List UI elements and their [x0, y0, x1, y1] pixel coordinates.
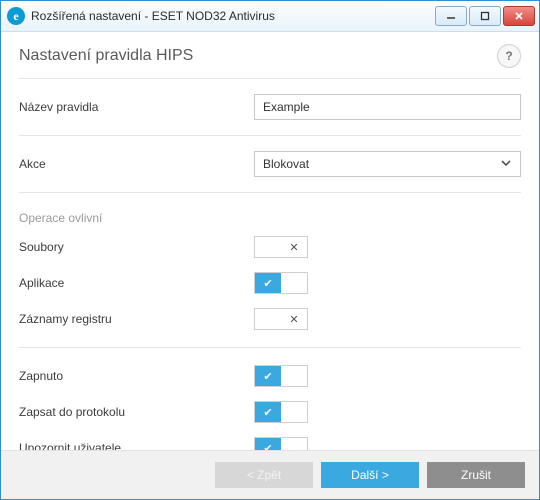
window-controls	[435, 6, 535, 26]
check-icon: ✔	[263, 406, 272, 419]
row-toggle-enabled: Zapnuto ✔ ✕	[19, 358, 521, 394]
row-toggle-apps: Aplikace ✔ ✕	[19, 265, 521, 301]
row-toggle-registry: Záznamy registru ✔ ✕	[19, 301, 521, 337]
toggle-files-label: Soubory	[19, 240, 254, 254]
check-icon: ✔	[263, 277, 272, 290]
divider	[19, 78, 521, 79]
minimize-button[interactable]	[435, 6, 467, 26]
titlebar: e Rozšířená nastavení - ESET NOD32 Antiv…	[1, 1, 539, 32]
back-button: < Zpět	[215, 462, 313, 488]
window: e Rozšířená nastavení - ESET NOD32 Antiv…	[0, 0, 540, 500]
divider	[19, 192, 521, 193]
help-button[interactable]: ?	[497, 44, 521, 68]
rule-name-input[interactable]	[254, 94, 521, 120]
app-icon: e	[7, 7, 25, 25]
window-title: Rozšířená nastavení - ESET NOD32 Antivir…	[31, 9, 435, 23]
action-label: Akce	[19, 157, 254, 171]
toggle-enabled-label: Zapnuto	[19, 369, 254, 383]
page-title: Nastavení pravidla HIPS	[19, 47, 193, 65]
row-toggle-files: Soubory ✔ ✕	[19, 229, 521, 265]
row-action: Akce Blokovat	[19, 146, 521, 182]
close-button[interactable]	[503, 6, 535, 26]
next-button[interactable]: Další >	[321, 462, 419, 488]
toggle-registry-label: Záznamy registru	[19, 312, 254, 326]
toggle-enabled[interactable]: ✔ ✕	[254, 365, 308, 387]
toggle-log-label: Zapsat do protokolu	[19, 405, 254, 419]
row-toggle-notify: Upozornit uživatele ✔ ✕	[19, 430, 521, 450]
content-area: Nastavení pravidla HIPS ? Název pravidla…	[1, 32, 539, 450]
toggle-apps-label: Aplikace	[19, 276, 254, 290]
maximize-button[interactable]	[469, 6, 501, 26]
check-icon: ✔	[263, 442, 272, 451]
divider	[19, 135, 521, 136]
divider	[19, 347, 521, 348]
section-operations-label: Operace ovlivní	[19, 203, 521, 229]
action-select-value: Blokovat	[263, 157, 309, 171]
page-header: Nastavení pravidla HIPS ?	[19, 44, 521, 68]
toggle-files[interactable]: ✔ ✕	[254, 236, 308, 258]
row-rule-name: Název pravidla	[19, 89, 521, 125]
toggle-notify-label: Upozornit uživatele	[19, 441, 254, 450]
toggle-log[interactable]: ✔ ✕	[254, 401, 308, 423]
rule-name-label: Název pravidla	[19, 100, 254, 114]
footer: < Zpět Další > Zrušit	[1, 450, 539, 499]
toggle-notify[interactable]: ✔ ✕	[254, 437, 308, 450]
toggle-registry[interactable]: ✔ ✕	[254, 308, 308, 330]
check-icon: ✔	[263, 370, 272, 383]
cancel-button[interactable]: Zrušit	[427, 462, 525, 488]
action-select[interactable]: Blokovat	[254, 151, 521, 177]
x-icon: ✕	[289, 241, 298, 254]
row-toggle-log: Zapsat do protokolu ✔ ✕	[19, 394, 521, 430]
toggle-apps[interactable]: ✔ ✕	[254, 272, 308, 294]
x-icon: ✕	[289, 313, 298, 326]
chevron-down-icon	[500, 157, 512, 172]
